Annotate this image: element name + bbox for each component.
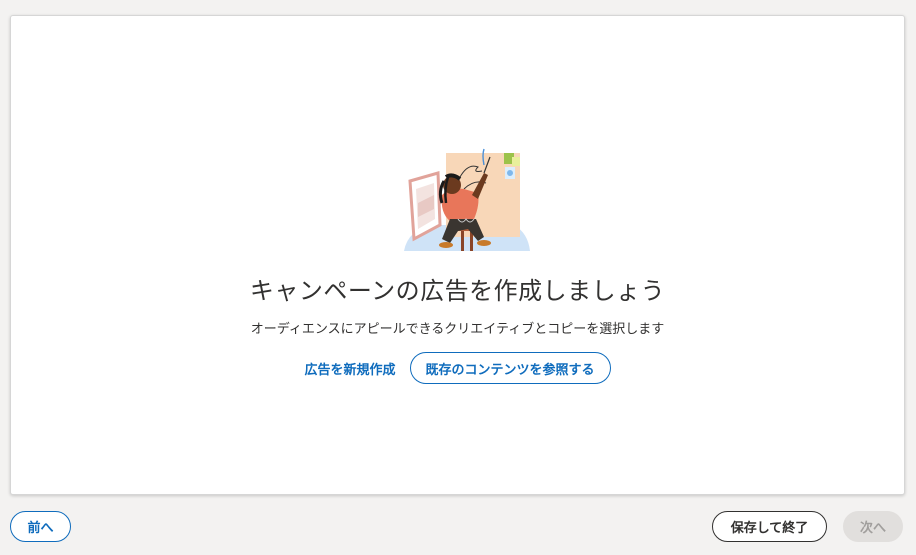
back-button[interactable]: 前へ bbox=[10, 511, 71, 542]
next-button[interactable]: 次へ bbox=[843, 511, 903, 542]
page-subtitle: オーディエンスにアピールできるクリエイティブとコピーを選択します bbox=[250, 322, 665, 337]
create-new-ad-button[interactable]: 広告を新規作成 bbox=[304, 359, 395, 378]
save-and-exit-button[interactable]: 保存して終了 bbox=[712, 511, 827, 542]
page-title: キャンペーンの広告を作成しましょう bbox=[249, 277, 666, 305]
action-row: 広告を新規作成 既存のコンテンツを参照する bbox=[11, 352, 904, 384]
main-card: キャンペーンの広告を作成しましょう オーディエンスにアピールできるクリエイティブ… bbox=[10, 15, 905, 495]
browse-existing-content-button[interactable]: 既存のコンテンツを参照する bbox=[409, 352, 611, 384]
artist-painting-illustration bbox=[404, 148, 530, 251]
